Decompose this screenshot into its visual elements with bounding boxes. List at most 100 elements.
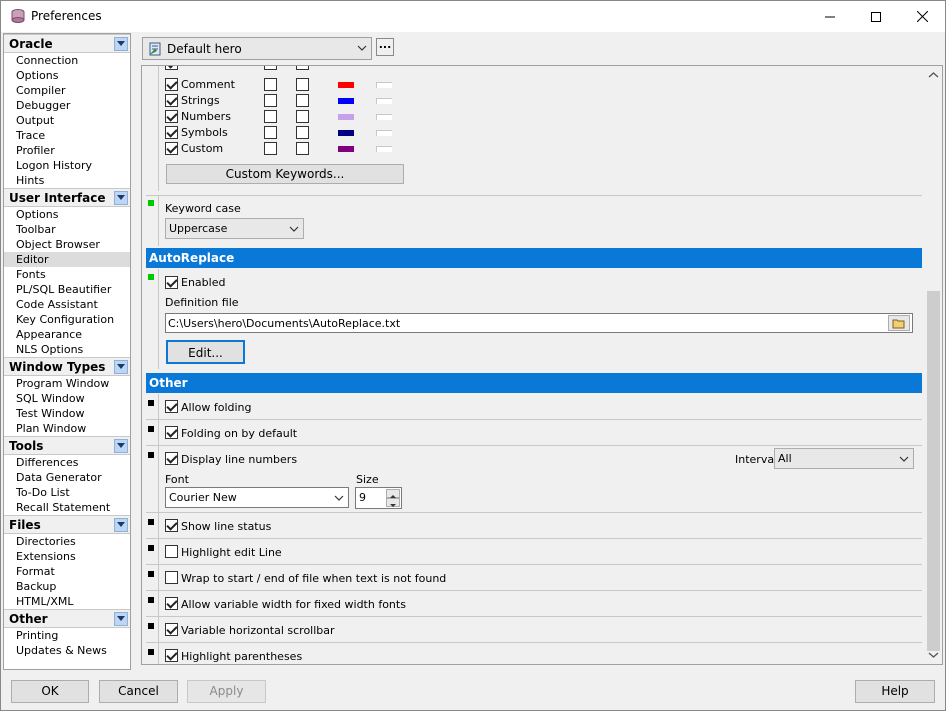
collapse-button[interactable] — [114, 37, 128, 51]
size-up-button[interactable] — [386, 489, 400, 498]
nav-item[interactable]: Code Assistant — [4, 297, 130, 312]
foreground-color-swatch[interactable] — [338, 114, 354, 120]
nav-item[interactable]: Updates & News — [4, 643, 130, 658]
nav-item[interactable]: SQL Window — [4, 391, 130, 406]
cancel-button[interactable]: Cancel — [99, 680, 178, 703]
syntax-enabled-checkbox[interactable] — [165, 142, 178, 155]
nav-item[interactable]: Plan Window — [4, 421, 130, 436]
nav-item[interactable]: Recall Statement — [4, 500, 130, 515]
nav-item[interactable]: PL/SQL Beautifier — [4, 282, 130, 297]
foreground-color-swatch[interactable] — [338, 130, 354, 136]
nav-item[interactable]: Printing — [4, 628, 130, 643]
nav-item[interactable]: Directories — [4, 534, 130, 549]
allow-folding-checkbox[interactable] — [165, 400, 178, 413]
keyword-case-select[interactable]: Uppercase — [165, 218, 304, 239]
nav-item[interactable]: Output — [4, 113, 130, 128]
highlight-parentheses-checkbox[interactable] — [165, 649, 178, 662]
autoreplace-enabled-checkbox[interactable] — [165, 276, 178, 289]
background-color-swatch[interactable] — [376, 114, 392, 120]
folding-default-checkbox[interactable] — [165, 426, 178, 439]
variable-scrollbar-checkbox[interactable] — [165, 623, 178, 636]
nav-group-header[interactable]: User Interface — [4, 188, 130, 207]
collapse-button[interactable] — [114, 612, 128, 626]
nav-item[interactable]: NLS Options — [4, 342, 130, 357]
wrap-search-checkbox[interactable] — [165, 571, 178, 584]
collapse-button[interactable] — [114, 518, 128, 532]
nav-item[interactable]: Trace — [4, 128, 130, 143]
nav-item[interactable]: Object Browser — [4, 237, 130, 252]
nav-group-header[interactable]: Window Types — [4, 357, 130, 376]
italic-checkbox[interactable] — [296, 142, 309, 155]
nav-item[interactable]: Logon History — [4, 158, 130, 173]
help-button[interactable]: Help — [855, 680, 935, 703]
interval-select[interactable]: All — [774, 448, 914, 469]
italic-checkbox[interactable] — [296, 94, 309, 107]
italic-checkbox[interactable] — [296, 78, 309, 91]
foreground-color-swatch[interactable] — [338, 146, 354, 152]
nav-group-header[interactable]: Tools — [4, 436, 130, 455]
italic-checkbox[interactable] — [296, 126, 309, 139]
nav-group-header[interactable]: Other — [4, 609, 130, 628]
line-numbers-checkbox[interactable] — [165, 452, 178, 465]
nav-group-header[interactable]: Oracle — [4, 34, 130, 53]
syntax-enabled-checkbox[interactable] — [165, 94, 178, 107]
definition-file-input[interactable]: C:\Users\hero\Documents\AutoReplace.txt — [165, 313, 913, 333]
nav-item[interactable]: Options — [4, 207, 130, 222]
custom-keywords-button[interactable]: Custom Keywords... — [166, 164, 404, 184]
apply-button[interactable]: Apply — [187, 680, 266, 703]
scroll-down-icon[interactable] — [925, 648, 942, 662]
nav-item[interactable]: Program Window — [4, 376, 130, 391]
browse-button[interactable] — [888, 315, 910, 331]
scroll-up-icon[interactable] — [925, 68, 942, 82]
vertical-scrollbar[interactable] — [925, 66, 942, 664]
foreground-color-swatch[interactable] — [338, 98, 354, 104]
line-status-checkbox[interactable] — [165, 519, 178, 532]
background-color-swatch[interactable] — [376, 82, 392, 88]
nav-item[interactable]: Extensions — [4, 549, 130, 564]
edit-button[interactable]: Edit... — [166, 340, 245, 364]
bold-checkbox[interactable] — [264, 78, 277, 91]
font-select[interactable]: Courier New — [165, 487, 349, 508]
nav-item[interactable]: Fonts — [4, 267, 130, 282]
close-button[interactable] — [899, 1, 945, 32]
bold-checkbox[interactable] — [264, 142, 277, 155]
collapse-button[interactable] — [114, 360, 128, 374]
bold-checkbox[interactable] — [264, 126, 277, 139]
nav-item[interactable]: To-Do List — [4, 485, 130, 500]
syntax-checkbox[interactable] — [264, 66, 277, 70]
nav-item[interactable]: Editor — [4, 252, 130, 267]
nav-item[interactable]: Hints — [4, 173, 130, 188]
syntax-checkbox[interactable] — [165, 66, 178, 70]
syntax-checkbox[interactable] — [296, 66, 309, 70]
nav-item[interactable]: HTML/XML — [4, 594, 130, 609]
minimize-button[interactable] — [807, 1, 853, 32]
nav-item[interactable]: Toolbar — [4, 222, 130, 237]
bold-checkbox[interactable] — [264, 110, 277, 123]
ok-button[interactable]: OK — [11, 680, 89, 703]
background-color-swatch[interactable] — [376, 146, 392, 152]
collapse-button[interactable] — [114, 191, 128, 205]
collapse-button[interactable] — [114, 439, 128, 453]
nav-item[interactable]: Compiler — [4, 83, 130, 98]
nav-item[interactable]: Options — [4, 68, 130, 83]
syntax-enabled-checkbox[interactable] — [165, 78, 178, 91]
syntax-enabled-checkbox[interactable] — [165, 126, 178, 139]
nav-item[interactable]: Format — [4, 564, 130, 579]
nav-item[interactable]: Backup — [4, 579, 130, 594]
nav-item[interactable]: Data Generator — [4, 470, 130, 485]
size-stepper[interactable]: 9 — [355, 487, 402, 509]
bold-checkbox[interactable] — [264, 94, 277, 107]
nav-item[interactable]: Differences — [4, 455, 130, 470]
profile-more-button[interactable]: ... — [376, 38, 394, 56]
foreground-color-swatch[interactable] — [338, 82, 354, 88]
italic-checkbox[interactable] — [296, 110, 309, 123]
size-down-button[interactable] — [386, 498, 400, 507]
syntax-enabled-checkbox[interactable] — [165, 110, 178, 123]
nav-item[interactable]: Key Configuration — [4, 312, 130, 327]
nav-item[interactable]: Test Window — [4, 406, 130, 421]
maximize-button[interactable] — [853, 1, 899, 32]
nav-item[interactable]: Profiler — [4, 143, 130, 158]
scrollbar-thumb[interactable] — [927, 291, 940, 651]
background-color-swatch[interactable] — [376, 130, 392, 136]
highlight-edit-checkbox[interactable] — [165, 545, 178, 558]
